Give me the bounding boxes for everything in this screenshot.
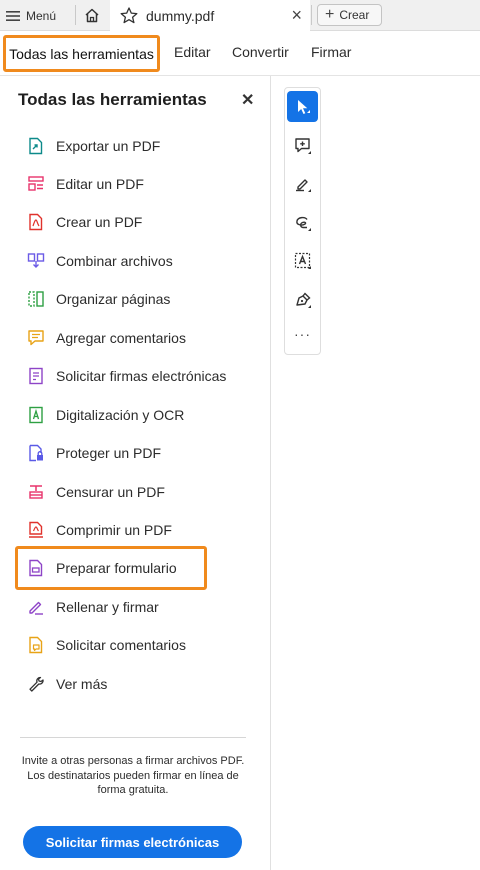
topbar-divider xyxy=(75,5,76,25)
tab-all-tools[interactable]: Todas las herramientas xyxy=(3,35,160,72)
app-topbar: Menú dummy.pdf × + Crear xyxy=(0,0,480,31)
create-label: Crear xyxy=(339,8,370,22)
tool-fill-sign[interactable]: Rellenar y firmar xyxy=(26,596,159,618)
tool-redact-pdf[interactable]: Censurar un PDF xyxy=(26,481,165,503)
tool-scan-ocr[interactable]: Digitalización y OCR xyxy=(26,404,184,426)
tab-all-tools-label: Todas las herramientas xyxy=(9,45,154,62)
create-pdf-icon xyxy=(26,212,46,232)
tool-export-pdf[interactable]: Exportar un PDF xyxy=(26,135,160,157)
request-esign-button[interactable]: Solicitar firmas electrónicas xyxy=(23,826,242,858)
tool-label: Combinar archivos xyxy=(56,253,173,269)
export-pdf-icon xyxy=(26,136,46,156)
add-comment-button[interactable] xyxy=(287,130,318,161)
tool-see-more[interactable]: Ver más xyxy=(26,673,107,695)
menu-button[interactable]: Menú xyxy=(6,5,56,26)
request-esign-icon xyxy=(26,366,46,386)
text-select-icon xyxy=(294,252,311,269)
tool-label: Exportar un PDF xyxy=(56,138,161,154)
request-comments-icon xyxy=(26,635,46,655)
home-icon xyxy=(85,8,99,22)
sign-pen-button[interactable] xyxy=(287,284,318,315)
tool-label: Proteger un PDF xyxy=(56,445,162,461)
tool-label: Rellenar y firmar xyxy=(56,599,159,615)
tool-combine-files[interactable]: Combinar archivos xyxy=(26,250,173,272)
invite-line-2: Los destinatarios pueden firmar en línea… xyxy=(27,769,239,797)
hamburger-icon xyxy=(6,10,20,21)
organize-pages-icon xyxy=(26,289,46,309)
home-button[interactable] xyxy=(80,4,104,26)
plus-icon: + xyxy=(325,6,335,23)
star-icon[interactable] xyxy=(120,7,138,24)
quick-tools-rail: ··· xyxy=(284,87,321,355)
prepare-form-highlight xyxy=(15,546,207,590)
close-tab-icon[interactable]: × xyxy=(291,5,302,25)
scan-ocr-icon xyxy=(26,405,46,425)
tool-label: Comprimir un PDF xyxy=(56,522,172,538)
tool-protect-pdf[interactable]: Proteger un PDF xyxy=(26,442,161,464)
tool-label: Editar un PDF xyxy=(56,176,144,192)
tool-request-comments[interactable]: Solicitar comentarios xyxy=(26,634,186,656)
wrench-icon xyxy=(26,674,46,694)
menu-label: Menú xyxy=(26,8,57,23)
tool-compress-pdf[interactable]: Comprimir un PDF xyxy=(26,519,172,541)
invite-text: Invite a otras personas a firmar archivo… xyxy=(20,754,246,798)
redact-pdf-icon xyxy=(26,482,46,502)
highlight-pen-icon xyxy=(295,178,311,192)
panel-title: Todas las herramientas xyxy=(18,90,207,109)
combine-files-icon xyxy=(26,251,46,271)
highlight-pen-button[interactable] xyxy=(287,168,318,199)
tool-add-comments[interactable]: Agregar comentarios xyxy=(26,327,186,349)
select-cursor-button[interactable] xyxy=(287,91,318,122)
sign-pen-icon xyxy=(295,291,311,308)
panel-divider xyxy=(20,737,246,738)
tab-convert[interactable]: Convertir xyxy=(232,44,289,60)
add-comment-icon xyxy=(294,137,311,154)
all-tools-panel: Todas las herramientas ✕ Exportar un PDF… xyxy=(0,76,271,870)
select-cursor-icon xyxy=(297,99,310,114)
document-tab[interactable]: dummy.pdf × xyxy=(110,0,310,31)
invite-line-1: Invite a otras personas a firmar archivo… xyxy=(21,755,245,767)
main-navbar: Todas las herramientas Editar Convertir … xyxy=(0,31,480,76)
tool-label: Digitalización y OCR xyxy=(56,407,185,423)
tool-create-pdf[interactable]: Crear un PDF xyxy=(26,211,142,233)
tool-label: Agregar comentarios xyxy=(56,330,186,346)
edit-pdf-icon xyxy=(26,174,46,194)
tool-edit-pdf[interactable]: Editar un PDF xyxy=(26,173,144,195)
protect-pdf-icon xyxy=(26,443,46,463)
compress-pdf-icon xyxy=(26,520,46,540)
tool-label: Solicitar comentarios xyxy=(56,637,186,653)
draw-lasso-button[interactable] xyxy=(287,207,318,238)
tool-request-esign[interactable]: Solicitar firmas electrónicas xyxy=(26,365,226,387)
tool-label: Crear un PDF xyxy=(56,214,143,230)
topbar-divider xyxy=(311,5,312,25)
more-tools-icon[interactable]: ··· xyxy=(287,326,318,342)
fill-sign-icon xyxy=(26,597,46,617)
tab-edit[interactable]: Editar xyxy=(174,44,211,60)
tab-filename: dummy.pdf xyxy=(146,7,215,24)
close-panel-icon[interactable]: ✕ xyxy=(241,90,254,110)
draw-lasso-icon xyxy=(295,216,311,231)
text-select-button[interactable] xyxy=(287,245,318,276)
add-comment-icon xyxy=(26,328,46,348)
create-button[interactable]: + Crear xyxy=(317,4,382,26)
tool-organize-pages[interactable]: Organizar páginas xyxy=(26,288,170,310)
tool-label: Organizar páginas xyxy=(56,291,171,307)
tool-label: Censurar un PDF xyxy=(56,484,165,500)
tool-label: Solicitar firmas electrónicas xyxy=(56,368,227,384)
tab-sign[interactable]: Firmar xyxy=(311,44,351,60)
tool-label: Ver más xyxy=(56,676,108,692)
